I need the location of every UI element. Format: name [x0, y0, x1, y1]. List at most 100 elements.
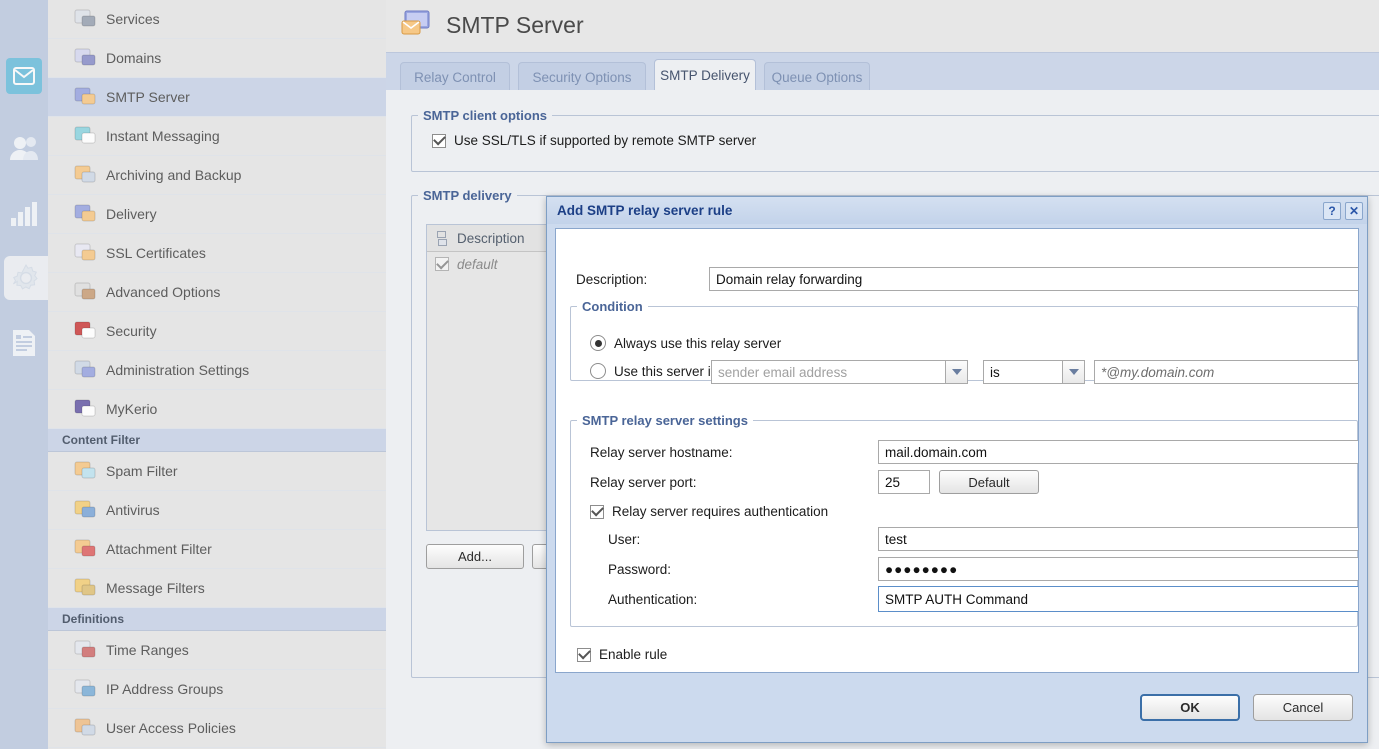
relay-port-input[interactable]: 25 — [878, 470, 930, 494]
tab-security-options[interactable]: Security Options — [518, 62, 646, 91]
table-row[interactable]: default — [427, 252, 549, 276]
at-icon — [74, 47, 96, 69]
checkbox-column-icon — [436, 230, 447, 246]
sidebar-item-label: Delivery — [106, 206, 157, 222]
tab-smtp-delivery[interactable]: SMTP Delivery — [654, 59, 756, 91]
delivery-icon — [74, 203, 96, 225]
relay-hostname-label: Relay server hostname: — [590, 445, 733, 460]
sidebar-item-security[interactable]: Security — [48, 312, 386, 351]
sidebar-item-ip-address-groups[interactable]: IP Address Groups — [48, 670, 386, 709]
enable-rule-row[interactable]: Enable rule — [577, 646, 667, 662]
always-use-relay-radio[interactable] — [590, 335, 606, 351]
relay-user-input[interactable]: test — [878, 527, 1358, 551]
sidebar-group-label: Content Filter — [62, 433, 140, 447]
condition-field-select[interactable]: sender email address — [711, 360, 968, 384]
conditional-use-relay-radio[interactable] — [590, 363, 606, 379]
tab-label: Relay Control — [414, 69, 496, 85]
condition-operator-select[interactable]: is — [983, 360, 1085, 384]
ip-address-groups-icon — [74, 678, 96, 700]
relay-authentication-label: Authentication: — [608, 592, 698, 607]
dialog-footer: OK Cancel — [547, 678, 1367, 742]
sidebar-item-label: Domains — [106, 50, 162, 66]
chevron-down-icon[interactable] — [946, 360, 968, 384]
use-ssl-tls-checkbox-row[interactable]: Use SSL/TLS if supported by remote SMTP … — [432, 132, 1379, 148]
sidebar-item-mykerio[interactable]: MyKerio — [48, 390, 386, 429]
dialog-title-bar[interactable]: Add SMTP relay server rule ? ✕ — [547, 197, 1367, 224]
sidebar-item-administration-settings[interactable]: Administration Settings — [48, 351, 386, 390]
chevron-down-icon[interactable] — [1063, 360, 1085, 384]
log-icon — [13, 330, 35, 356]
sidebar-item-archiving-and-backup[interactable]: Archiving and Backup — [48, 156, 386, 195]
select-all-checkbox[interactable] — [427, 230, 457, 246]
sidebar-item-label: Advanced Options — [106, 284, 221, 300]
sidebar-item-attachment-filter[interactable]: Attachment Filter — [48, 530, 386, 569]
administration-icon — [74, 359, 96, 381]
tab-relay-control[interactable]: Relay Control — [400, 62, 510, 91]
rail-item-accounts[interactable] — [6, 130, 42, 166]
condition-operator-value: is — [983, 360, 1063, 384]
rail-item-mail[interactable] — [6, 58, 42, 94]
sidebar-item-message-filters[interactable]: Message Filters — [48, 569, 386, 608]
mykerio-icon — [74, 398, 96, 420]
time-ranges-icon — [74, 640, 96, 658]
certificate-icon — [74, 242, 96, 264]
rail-item-logs[interactable] — [6, 325, 42, 361]
antivirus-icon — [74, 499, 96, 521]
description-input[interactable]: Domain relay forwarding — [709, 267, 1358, 291]
sidebar-item-time-ranges[interactable]: Time Ranges — [48, 631, 386, 670]
relay-authentication-value: SMTP AUTH Command — [878, 586, 1358, 612]
sidebar-item-domains[interactable]: Domains — [48, 39, 386, 78]
sidebar-item-spam-filter[interactable]: Spam Filter — [48, 452, 386, 491]
condition-pattern-input[interactable]: *@my.domain.com — [1094, 360, 1358, 384]
use-ssl-tls-checkbox[interactable] — [432, 132, 446, 148]
attachment-filter-icon — [74, 538, 96, 560]
time-ranges-icon — [74, 639, 96, 661]
user-access-policies-icon — [74, 717, 96, 739]
use-ssl-tls-label: Use SSL/TLS if supported by remote SMTP … — [454, 133, 757, 148]
rail-item-configuration[interactable] — [4, 256, 48, 300]
dialog-title: Add SMTP relay server rule — [557, 203, 733, 218]
relay-auth-required-row[interactable]: Relay server requires authentication — [590, 503, 828, 519]
services-icon — [74, 8, 96, 30]
sidebar-item-label: Antivirus — [106, 502, 160, 518]
cancel-button[interactable]: Cancel — [1253, 694, 1353, 721]
ok-button[interactable]: OK — [1140, 694, 1240, 721]
smtp-server-icon — [401, 10, 430, 35]
sidebar-item-user-access-policies[interactable]: User Access Policies — [48, 709, 386, 748]
sidebar-item-smtp-server[interactable]: SMTP Server — [48, 78, 386, 117]
user-access-policies-icon — [74, 718, 96, 736]
relay-authentication-select[interactable]: SMTP AUTH Command — [878, 586, 1358, 612]
sidebar-item-label: SSL Certificates — [106, 245, 206, 261]
sidebar-item-services[interactable]: Services — [48, 0, 386, 39]
sidebar-item-ssl-certificates[interactable]: SSL Certificates — [48, 234, 386, 273]
help-button[interactable]: ? — [1323, 201, 1341, 220]
sidebar-item-instant-messaging[interactable]: Instant Messaging — [48, 117, 386, 156]
close-button[interactable]: ✕ — [1345, 201, 1363, 220]
sidebar-item-antivirus[interactable]: Antivirus — [48, 491, 386, 530]
sidebar-section-content-filter: Spam Filter Antivirus Attachment Filter Mes… — [48, 452, 386, 608]
relay-password-input[interactable]: ●●●●●●●● — [878, 557, 1358, 581]
enable-rule-checkbox[interactable] — [577, 646, 591, 662]
tab-queue-options[interactable]: Queue Options — [764, 62, 870, 91]
sidebar-item-advanced-options[interactable]: Advanced Options — [48, 273, 386, 312]
add-smtp-relay-server-rule-dialog: Add SMTP relay server rule ? ✕ Descripti… — [546, 196, 1368, 743]
rail-item-status[interactable] — [6, 196, 42, 232]
add-button[interactable]: Add... — [426, 544, 524, 569]
sidebar-item-label: SMTP Server — [106, 89, 190, 105]
description-label: Description: — [576, 272, 648, 287]
chat-icon — [74, 126, 96, 144]
port-default-button[interactable]: Default — [939, 470, 1039, 494]
row-enabled-checkbox[interactable] — [435, 256, 449, 271]
condition-field-value: sender email address — [711, 360, 946, 384]
primary-icon-rail — [0, 0, 48, 749]
conditional-use-relay-radio-row[interactable]: Use this server if — [590, 363, 715, 379]
dialog-body: Description: Domain relay forwarding Con… — [555, 228, 1359, 673]
delivery-rules-list[interactable]: Description default — [426, 224, 550, 531]
always-use-relay-radio-row[interactable]: Always use this relay server — [590, 335, 781, 351]
sidebar-item-label: MyKerio — [106, 401, 158, 417]
tab-label: Queue Options — [771, 69, 863, 85]
relay-hostname-input[interactable]: mail.domain.com — [878, 440, 1358, 464]
relay-auth-required-checkbox[interactable] — [590, 503, 604, 519]
sidebar-item-delivery[interactable]: Delivery — [48, 195, 386, 234]
page-header: SMTP Server — [386, 0, 1379, 50]
